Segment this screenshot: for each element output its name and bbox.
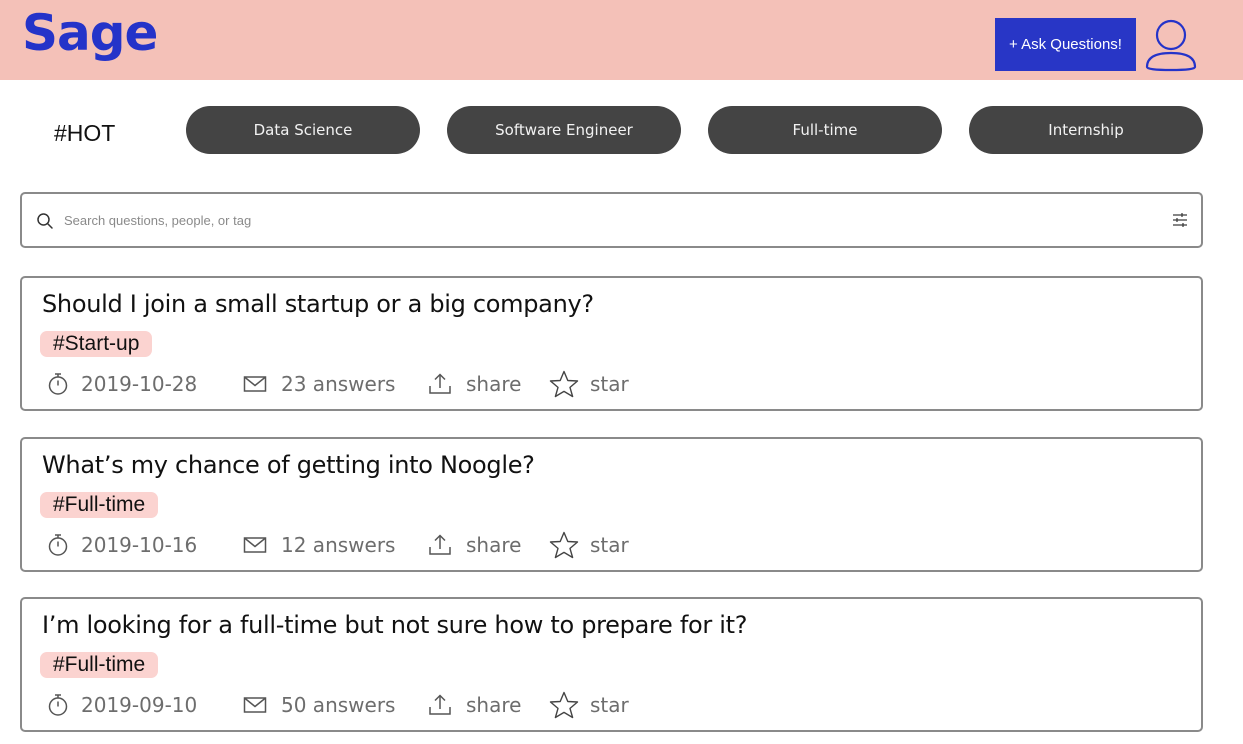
top-header: Sage + Ask Questions!	[0, 0, 1243, 80]
answers-count: 23 answers	[281, 372, 396, 396]
mail-icon	[243, 537, 267, 553]
mail-icon	[243, 697, 267, 713]
question-title[interactable]: Should I join a small startup or a big c…	[42, 290, 594, 318]
question-date: 2019-10-28	[47, 370, 197, 398]
search-icon	[37, 213, 53, 229]
star-icon	[549, 691, 579, 719]
chip-full-time[interactable]: Full-time	[708, 106, 942, 154]
star-label: star	[590, 372, 629, 396]
date-text: 2019-10-28	[81, 372, 198, 396]
answers-link[interactable]: 23 answers	[243, 370, 395, 398]
chip-data-science[interactable]: Data Science	[186, 106, 420, 154]
question-card[interactable]: What’s my chance of getting into Noogle?…	[20, 437, 1203, 572]
ask-question-button[interactable]: + Ask Questions!	[995, 18, 1136, 71]
question-tag[interactable]: #Start-up	[40, 331, 153, 357]
mail-icon	[243, 376, 267, 392]
answers-count: 12 answers	[281, 533, 396, 557]
stopwatch-icon	[48, 534, 68, 556]
question-date: 2019-10-16	[47, 531, 197, 559]
hot-label: #HOT	[54, 120, 116, 146]
answers-count: 50 answers	[281, 693, 396, 717]
star-button[interactable]: star	[549, 691, 629, 719]
question-title[interactable]: I’m looking for a full-time but not sure…	[42, 611, 747, 639]
star-label: star	[590, 693, 629, 717]
share-button[interactable]: share	[428, 531, 521, 559]
share-label: share	[466, 533, 522, 557]
date-text: 2019-10-16	[81, 533, 198, 557]
star-label: star	[590, 533, 629, 557]
star-button[interactable]: star	[549, 370, 629, 398]
share-icon	[429, 694, 451, 715]
date-text: 2019-09-10	[81, 693, 198, 717]
question-card[interactable]: I’m looking for a full-time but not sure…	[20, 597, 1203, 732]
share-button[interactable]: share	[428, 370, 521, 398]
share-label: share	[466, 372, 522, 396]
question-tag[interactable]: #Full-time	[40, 492, 159, 518]
star-icon	[549, 531, 579, 559]
star-icon	[549, 370, 579, 398]
question-tag[interactable]: #Full-time	[40, 652, 159, 678]
share-label: share	[466, 693, 522, 717]
answers-link[interactable]: 50 answers	[243, 691, 395, 719]
app-logo[interactable]: Sage	[22, 4, 158, 62]
search-bar	[20, 192, 1203, 248]
stopwatch-icon	[48, 694, 68, 716]
filter-icon[interactable]	[1171, 211, 1189, 229]
user-icon[interactable]	[1143, 16, 1199, 72]
chip-internship[interactable]: Internship	[969, 106, 1203, 154]
share-icon	[429, 373, 451, 394]
answers-link[interactable]: 12 answers	[243, 531, 395, 559]
stopwatch-icon	[48, 373, 68, 395]
chip-software-engineer[interactable]: Software Engineer	[447, 106, 681, 154]
search-input[interactable]	[64, 206, 1144, 234]
share-button[interactable]: share	[428, 691, 521, 719]
star-button[interactable]: star	[549, 531, 629, 559]
question-card[interactable]: Should I join a small startup or a big c…	[20, 276, 1203, 411]
question-date: 2019-09-10	[47, 691, 197, 719]
question-title[interactable]: What’s my chance of getting into Noogle?	[42, 451, 535, 479]
share-icon	[429, 534, 451, 555]
